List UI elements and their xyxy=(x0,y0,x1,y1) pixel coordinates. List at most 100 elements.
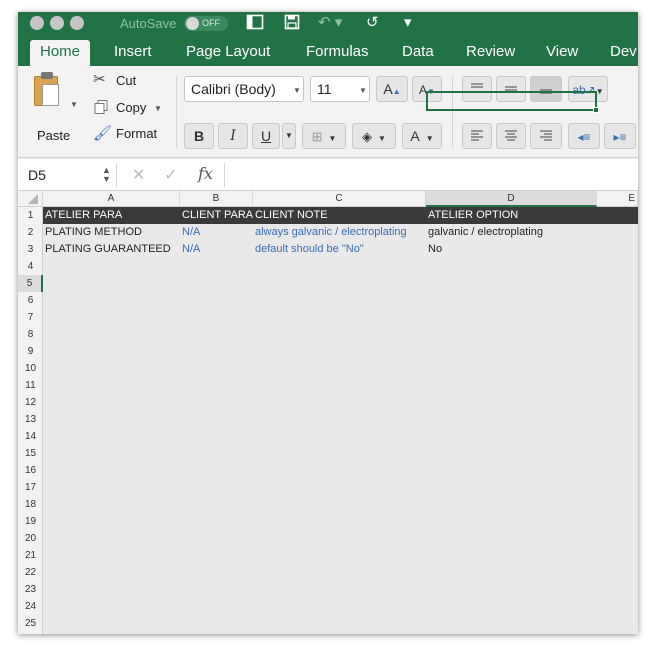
cell-d2[interactable]: galvanic / electroplating xyxy=(426,224,597,241)
cell-b2[interactable]: N/A xyxy=(180,224,253,241)
copy-icon[interactable] xyxy=(93,99,109,119)
row-header[interactable]: 17 xyxy=(18,479,43,496)
select-all-button[interactable] xyxy=(18,191,43,207)
align-center-button[interactable] xyxy=(496,123,526,149)
save-icon[interactable] xyxy=(284,14,300,35)
increase-indent-button[interactable]: ▸≡ xyxy=(604,123,636,149)
cell-c1[interactable]: CLIENT NOTE xyxy=(253,207,426,224)
row-header[interactable]: 25 xyxy=(18,615,43,634)
undo-icon[interactable]: ↶ ▾ xyxy=(318,14,342,32)
customize-toolbar-icon[interactable]: ▾ xyxy=(404,14,412,32)
tab-developer[interactable]: Dev xyxy=(600,40,638,66)
name-box-stepper-icon[interactable]: ▲ ▼ xyxy=(102,166,111,184)
cell-b3[interactable]: N/A xyxy=(180,241,253,258)
font-size-dropdown[interactable]: 11 ▼ xyxy=(310,76,370,102)
row-header[interactable]: 15 xyxy=(18,445,43,462)
row-header[interactable]: 24 xyxy=(18,598,43,615)
cell-c3[interactable]: default should be "No" xyxy=(253,241,426,258)
format-painter-icon[interactable]: 🖌 xyxy=(93,126,112,142)
column-header-e[interactable]: E xyxy=(597,191,638,207)
increase-font-size-button[interactable]: A▲ xyxy=(376,76,408,102)
autosave-toggle[interactable]: OFF xyxy=(184,16,228,31)
row-header[interactable]: 4 xyxy=(18,258,43,275)
row-header[interactable]: 9 xyxy=(18,343,43,360)
row-header[interactable]: 6 xyxy=(18,292,43,309)
bold-button[interactable]: B xyxy=(184,123,214,149)
zoom-window-button[interactable] xyxy=(70,16,84,30)
cell-grid[interactable]: ATELIER PARA CLIENT PARA CLIENT NOTE ATE… xyxy=(43,207,638,634)
underline-button[interactable]: U xyxy=(252,123,280,149)
insert-function-icon[interactable]: fx xyxy=(198,164,213,183)
tab-data[interactable]: Data xyxy=(392,40,444,66)
column-header-c[interactable]: C xyxy=(253,191,426,207)
group-divider xyxy=(176,76,177,148)
fill-color-button[interactable]: ◈ ▼ xyxy=(352,123,396,149)
column-header-d[interactable]: D xyxy=(426,191,597,207)
tab-view[interactable]: View xyxy=(536,40,588,66)
italic-button[interactable]: I xyxy=(218,123,248,149)
row-header[interactable]: 22 xyxy=(18,564,43,581)
cell-a2[interactable]: PLATING METHOD xyxy=(43,224,180,241)
cell-b1[interactable]: CLIENT PARA xyxy=(180,207,253,224)
tab-home[interactable]: Home xyxy=(30,40,91,66)
sidebar-toggle-icon[interactable] xyxy=(246,14,264,35)
row-header-selected[interactable]: 5 xyxy=(18,275,43,292)
close-window-button[interactable] xyxy=(30,16,44,30)
font-size-value: 11 xyxy=(317,81,332,97)
tab-formulas[interactable]: Formulas xyxy=(296,40,379,66)
align-left-button[interactable] xyxy=(462,123,492,149)
row-header[interactable]: 12 xyxy=(18,394,43,411)
row-header[interactable]: 10 xyxy=(18,360,43,377)
row-header[interactable]: 20 xyxy=(18,530,43,547)
increase-indent-icon: ▸≡ xyxy=(613,130,627,144)
paste-options-chevron-icon[interactable]: ▼ xyxy=(70,100,78,109)
row-header[interactable]: 2 xyxy=(18,224,43,241)
tab-insert[interactable]: Insert xyxy=(104,40,162,66)
cell-d3[interactable]: No xyxy=(426,241,597,258)
row-header[interactable]: 23 xyxy=(18,581,43,598)
row-header[interactable]: 16 xyxy=(18,462,43,479)
row-header[interactable]: 3 xyxy=(18,241,43,258)
confirm-icon[interactable]: ✓ xyxy=(164,165,177,185)
ribbon-home: ▼ Paste ✂ Cut Copy ▼ 🖌 Format Calibri (B… xyxy=(18,66,638,158)
cell-a1[interactable]: ATELIER PARA xyxy=(43,207,180,224)
row-header[interactable]: 18 xyxy=(18,496,43,513)
row-header[interactable]: 21 xyxy=(18,547,43,564)
borders-button[interactable]: ⊞ ▼ xyxy=(302,123,346,149)
font-color-button[interactable]: A ▼ xyxy=(402,123,442,149)
format-painter-label[interactable]: Format xyxy=(116,126,157,141)
copy-chevron-icon[interactable]: ▼ xyxy=(154,104,162,113)
cell-c2[interactable]: always galvanic / electroplating xyxy=(253,224,426,241)
cancel-icon[interactable]: ✕ xyxy=(132,165,145,185)
copy-label[interactable]: Copy xyxy=(116,100,146,115)
row-header[interactable]: 7 xyxy=(18,309,43,326)
minimize-window-button[interactable] xyxy=(50,16,64,30)
paste-label[interactable]: Paste xyxy=(37,128,70,143)
autosave-state: OFF xyxy=(202,18,220,28)
active-cell-selection[interactable] xyxy=(426,91,599,113)
cell-d1[interactable]: ATELIER OPTION xyxy=(426,207,597,224)
row-header[interactable]: 19 xyxy=(18,513,43,530)
row-header[interactable]: 8 xyxy=(18,326,43,343)
cut-label[interactable]: Cut xyxy=(116,73,136,88)
paste-sheet-icon xyxy=(42,84,59,106)
column-header-a[interactable]: A xyxy=(43,191,180,207)
align-right-button[interactable] xyxy=(530,123,562,149)
decrease-indent-button[interactable]: ◂≡ xyxy=(568,123,600,149)
redo-icon[interactable]: ↺ xyxy=(366,14,379,32)
fill-handle[interactable] xyxy=(593,107,599,113)
column-header-b[interactable]: B xyxy=(180,191,253,207)
row-header[interactable]: 14 xyxy=(18,428,43,445)
cell-a3[interactable]: PLATING GUARANTEED xyxy=(43,241,180,258)
font-color-label: A xyxy=(410,128,420,144)
font-family-dropdown[interactable]: Calibri (Body) ▼ xyxy=(184,76,304,102)
tab-page-layout[interactable]: Page Layout xyxy=(176,40,280,66)
row-header[interactable]: 1 xyxy=(18,207,43,224)
name-box[interactable]: D5 xyxy=(28,167,46,183)
row-header[interactable]: 13 xyxy=(18,411,43,428)
borders-chevron-icon: ▼ xyxy=(328,134,337,143)
tab-review[interactable]: Review xyxy=(456,40,525,66)
scissors-icon[interactable]: ✂ xyxy=(93,72,106,88)
underline-chevron-icon[interactable]: ▼ xyxy=(282,123,296,149)
row-header[interactable]: 11 xyxy=(18,377,43,394)
